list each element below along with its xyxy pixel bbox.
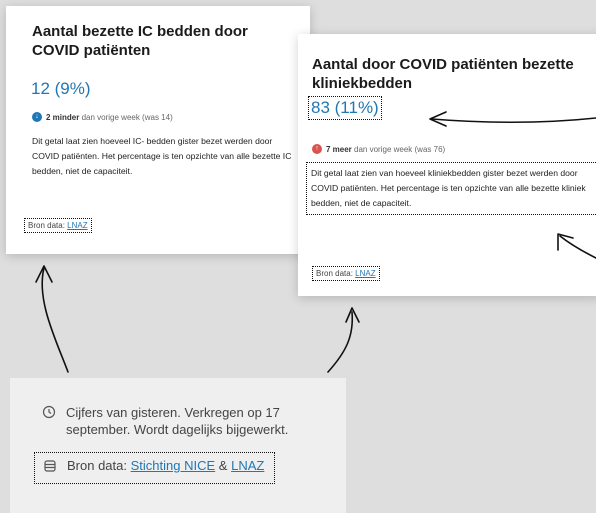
arrow-up-icon: ↑ [312,144,322,154]
clinic-value: 83 (11%) [308,96,382,120]
ic-source-label: Bron data: [28,221,65,230]
clinic-source-link[interactable]: LNAZ [355,269,375,278]
clinic-change-amount: 7 meer [326,144,352,154]
ic-change-amount: 2 minder [46,112,80,122]
ic-change-text: dan vorige week (was 14) [81,112,173,122]
arrow-down-icon: ↓ [32,112,42,122]
data-info-panel: Cijfers van gisteren. Verkregen op 17 se… [10,378,346,513]
clinic-change-text: dan vorige week (was 76) [354,144,446,154]
clinic-card-title: Aantal door COVID patiënten bezette klin… [312,56,574,92]
ic-description: Dit getal laat zien hoeveel IC- bedden g… [32,136,292,176]
arrow-to-ic-source-head [35,265,53,283]
source-separator: & [218,458,228,473]
clinic-change: ↑ 7 meer dan vorige week (was 76) [312,144,445,154]
ic-source: Bron data: LNAZ [24,218,92,233]
source-link-nice[interactable]: Stichting NICE [131,458,216,473]
ic-card-title: Aantal bezette IC bedden door COVID pati… [32,23,248,59]
clinic-source: Bron data: LNAZ [312,266,380,281]
ic-value: 12 (9%) [31,79,91,98]
clock-icon [42,405,56,423]
arrow-to-ic-source [41,267,69,373]
ic-change: ↓ 2 minder dan vorige week (was 14) [32,112,173,122]
panel-source: Bron data: Stichting NICE & LNAZ [34,452,276,484]
database-icon [43,459,57,477]
update-text: Cijfers van gisteren. Verkregen op 17 se… [66,405,289,437]
panel-source-label: Bron data: [67,458,127,473]
clinic-beds-card: Aantal door COVID patiënten bezette klin… [298,34,596,296]
arrow-to-clinic-source [327,311,354,373]
source-link-lnaz[interactable]: LNAZ [231,458,264,473]
clinic-description: Dit getal laat zien van hoeveel kliniekb… [306,162,596,215]
ic-beds-card: Aantal bezette IC bedden door COVID pati… [6,6,310,254]
arrow-to-clinic-source-head [345,307,360,323]
update-info: Cijfers van gisteren. Verkregen op 17 se… [42,404,338,438]
clinic-source-label: Bron data: [316,269,353,278]
ic-source-link[interactable]: LNAZ [67,221,87,230]
